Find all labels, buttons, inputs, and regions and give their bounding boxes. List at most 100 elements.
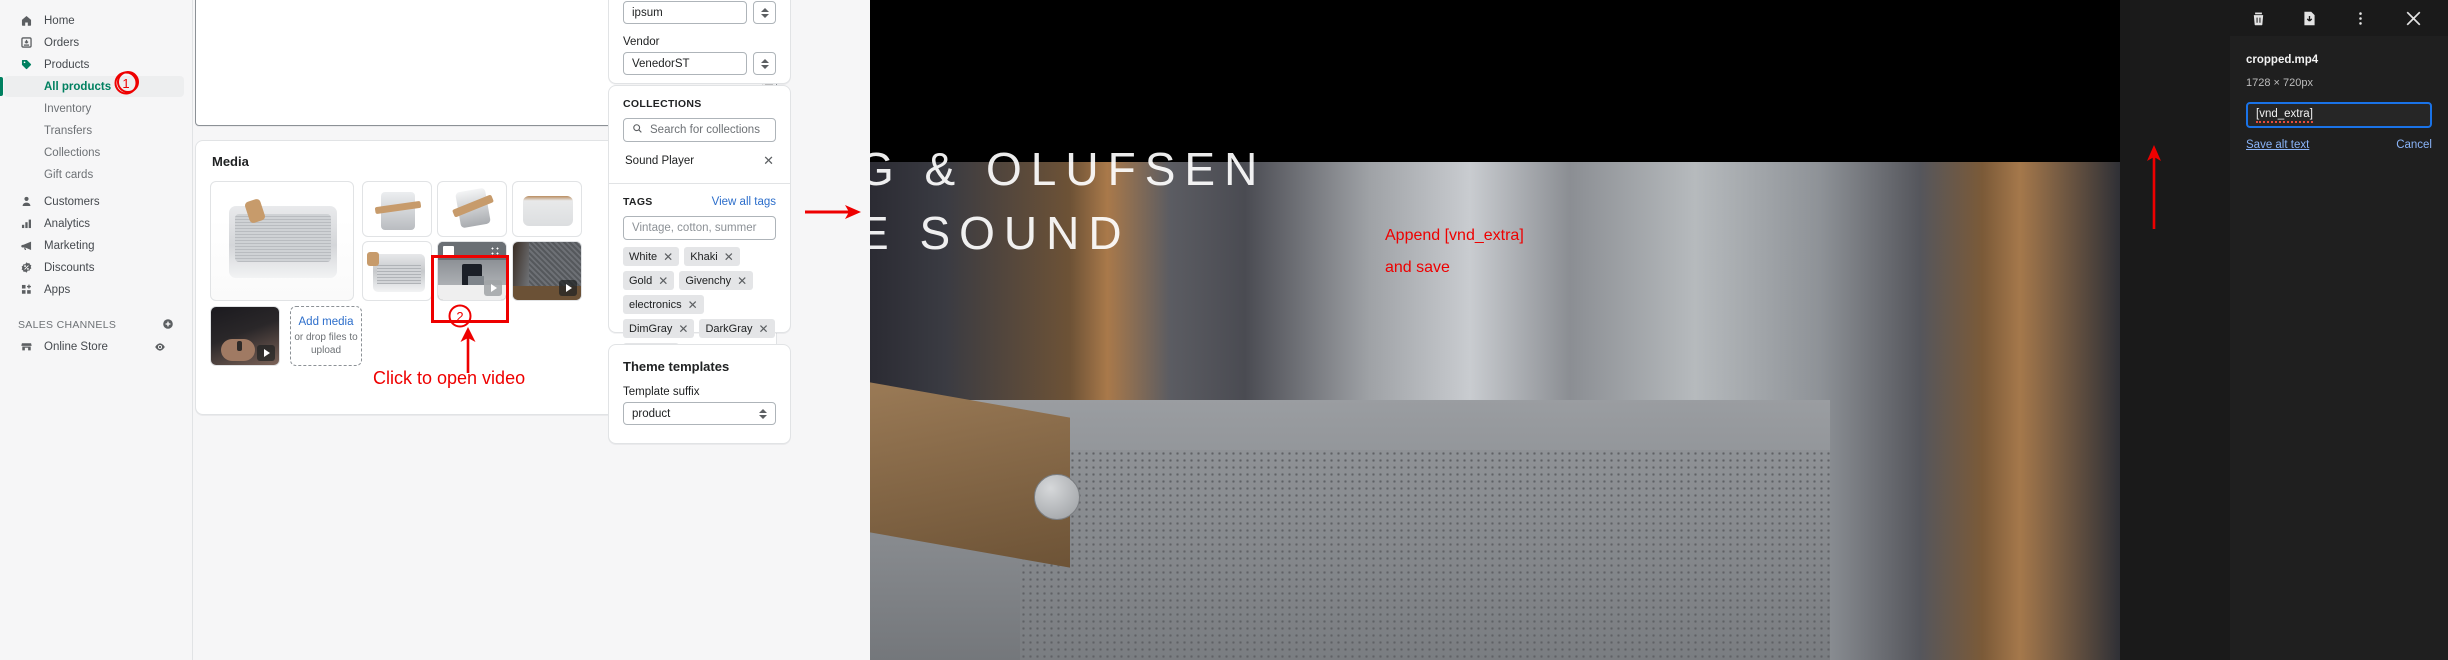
- app-root: Home Orders Products All products Invent…: [0, 0, 2448, 660]
- sidebar-item-transfers[interactable]: Transfers: [4, 120, 184, 141]
- search-icon: [632, 123, 643, 137]
- sidebar-item-collections[interactable]: Collections: [4, 142, 184, 163]
- video-speaker-grille: [1020, 450, 1830, 660]
- sidebar-item-label: Analytics: [44, 217, 91, 230]
- template-suffix-value: product: [632, 407, 671, 420]
- chevron-down-icon: [760, 13, 769, 18]
- sidebar-item-orders[interactable]: Orders: [4, 32, 184, 53]
- vendor-label: Vendor: [623, 36, 660, 48]
- add-sales-channel-icon[interactable]: [162, 318, 174, 333]
- home-icon: [18, 13, 35, 29]
- apps-grid-plus-icon: [18, 282, 35, 298]
- sidebar-item-products[interactable]: Products: [4, 54, 184, 75]
- collections-search-placeholder: Search for collections: [650, 124, 760, 136]
- delete-icon[interactable]: [2250, 10, 2267, 27]
- sidebar-item-discounts[interactable]: Discounts: [4, 257, 184, 278]
- sidebar-subitem-label: All products: [44, 80, 112, 93]
- more-options-icon[interactable]: [2352, 10, 2369, 27]
- tag-chip[interactable]: White ✕: [623, 247, 680, 266]
- play-icon: [257, 345, 275, 361]
- video-letterbox-top: [870, 0, 2120, 162]
- theme-templates-title: Theme templates: [623, 359, 730, 374]
- alt-text-input[interactable]: [vnd_extra]: [2246, 102, 2432, 128]
- sidebar-subitem-label: Gift cards: [44, 168, 94, 181]
- collections-header: COLLECTIONS: [623, 98, 702, 110]
- remove-tag-icon[interactable]: ✕: [724, 250, 734, 264]
- remove-tag-icon[interactable]: ✕: [759, 322, 769, 336]
- viewer-info-panel: cropped.mp4 1728 × 720px [vnd_extra] Sav…: [2230, 36, 2448, 660]
- save-alt-text-button[interactable]: Save alt text: [2246, 139, 2309, 151]
- tag-label: Givenchy: [685, 274, 732, 287]
- sidebar-item-label: Marketing: [44, 239, 95, 252]
- remove-tag-icon[interactable]: ✕: [737, 274, 747, 288]
- collections-search-input[interactable]: Search for collections: [623, 118, 776, 142]
- vendor-stepper[interactable]: [753, 52, 776, 75]
- media-thumbnail[interactable]: [437, 181, 507, 237]
- sidebar-item-apps[interactable]: Apps: [4, 279, 184, 300]
- sidebar-item-label: Customers: [44, 195, 100, 208]
- annotation-highlight-video-thumbnail: [431, 255, 509, 323]
- sidebar-item-customers[interactable]: Customers: [4, 191, 184, 212]
- video-speaker-logo-icon: [1034, 474, 1080, 520]
- tag-label: Gold: [629, 274, 653, 287]
- sidebar-item-label: Discounts: [44, 261, 95, 274]
- sidebar-item-inventory[interactable]: Inventory: [4, 98, 184, 119]
- close-icon[interactable]: [2403, 8, 2424, 29]
- cancel-button[interactable]: Cancel: [2396, 139, 2432, 151]
- video-headline-line1: G & OLUFSEN: [870, 143, 1267, 195]
- orders-icon: [18, 35, 35, 51]
- tag-chip[interactable]: Givenchy ✕: [679, 271, 754, 290]
- view-all-tags-link[interactable]: View all tags: [712, 196, 776, 208]
- tag-label: DarkGray: [705, 322, 753, 335]
- remove-collection-icon[interactable]: ✕: [763, 154, 774, 167]
- sidebar-item-gift-cards[interactable]: Gift cards: [4, 164, 184, 185]
- customer-icon: [18, 194, 35, 210]
- tag-label: electronics: [629, 298, 682, 311]
- storefront-icon: [18, 339, 35, 355]
- media-thumbnail[interactable]: [362, 181, 432, 237]
- media-title: Media: [212, 154, 249, 169]
- tags-input[interactable]: Vintage, cotton, summer: [623, 216, 776, 240]
- media-thumbnail[interactable]: [362, 241, 432, 301]
- alt-text-actions: Save alt text Cancel: [2246, 139, 2432, 151]
- tag-chip[interactable]: DimGray ✕: [623, 319, 695, 338]
- sidebar-item-analytics[interactable]: Analytics: [4, 213, 184, 234]
- video-player[interactable]: G & OLUFSEN E SOUND: [870, 0, 2120, 660]
- template-suffix-select[interactable]: product: [623, 402, 776, 425]
- sidebar-item-marketing[interactable]: Marketing: [4, 235, 184, 256]
- file-dimensions: 1728 × 720px: [2246, 77, 2313, 89]
- chevron-up-icon: [760, 58, 769, 63]
- add-media-dropzone[interactable]: Add media or drop files to upload: [290, 306, 362, 366]
- media-thumbnail-primary[interactable]: [210, 181, 354, 301]
- remove-tag-icon[interactable]: ✕: [678, 322, 688, 336]
- products-tag-icon: [18, 57, 35, 73]
- sidebar-item-all-products[interactable]: All products: [0, 76, 184, 97]
- collection-item-label: Sound Player: [625, 154, 695, 167]
- media-thumbnail[interactable]: [512, 181, 582, 237]
- tag-chip[interactable]: electronics ✕: [623, 295, 704, 314]
- sidebar-item-label: Apps: [44, 283, 71, 296]
- tag-chip[interactable]: DarkGray ✕: [699, 319, 775, 338]
- media-thumbnail-video[interactable]: [210, 306, 280, 366]
- sidebar-subitem-label: Transfers: [44, 124, 93, 137]
- product-type-stepper[interactable]: [753, 1, 776, 24]
- vendor-select[interactable]: VenedorST: [623, 52, 747, 75]
- template-suffix-label: Template suffix: [623, 386, 700, 398]
- tag-chip[interactable]: Khaki ✕: [684, 247, 740, 266]
- collection-item: Sound Player ✕: [623, 150, 776, 171]
- chevron-down-icon: [759, 414, 767, 419]
- chevron-up-icon: [760, 7, 769, 12]
- sidebar-item-online-store[interactable]: Online Store: [4, 336, 184, 357]
- preview-store-eye-icon[interactable]: [154, 341, 166, 353]
- sidebar-item-label: Home: [44, 14, 75, 27]
- sidebar-item-home[interactable]: Home: [4, 10, 184, 31]
- remove-tag-icon[interactable]: ✕: [663, 250, 673, 264]
- remove-tag-icon[interactable]: ✕: [658, 274, 668, 288]
- video-headline-line2: E SOUND: [870, 207, 1131, 259]
- product-type-select[interactable]: ipsum: [623, 1, 747, 24]
- media-thumbnail-video[interactable]: [512, 241, 582, 301]
- tag-chip[interactable]: Gold ✕: [623, 271, 675, 290]
- remove-tag-icon[interactable]: ✕: [688, 298, 698, 312]
- download-icon[interactable]: [2301, 10, 2318, 27]
- drop-files-hint: or drop files to upload: [294, 331, 358, 356]
